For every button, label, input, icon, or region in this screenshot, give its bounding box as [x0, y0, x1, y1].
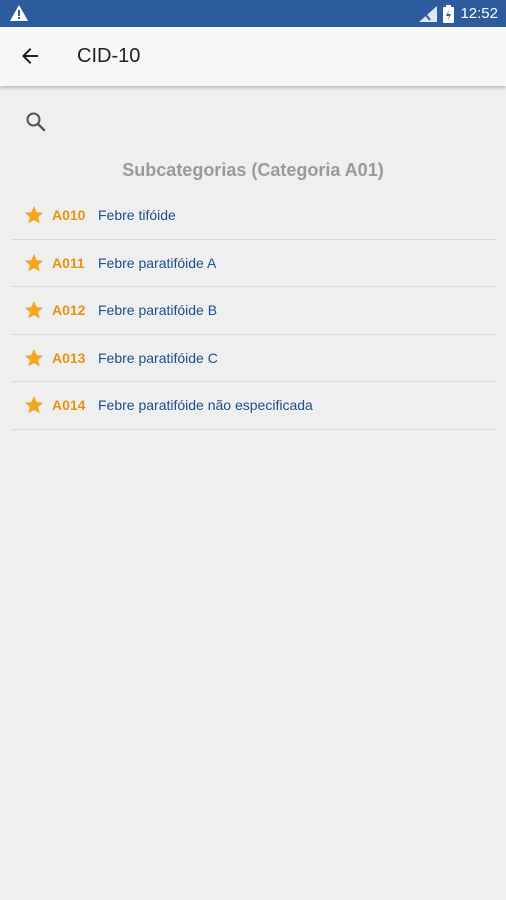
battery-icon [443, 4, 455, 23]
app-bar: CID-10 [0, 27, 506, 86]
item-description: Febre tifóide [98, 207, 176, 224]
item-description: Febre paratifóide não especificada [98, 397, 313, 414]
section-title: Subcategorias (Categoria A01) [122, 160, 384, 180]
list-item[interactable]: A014 Febre paratifóide não especificada [12, 382, 496, 430]
item-code: A013 [52, 349, 86, 366]
page-title: CID-10 [77, 45, 141, 67]
arrow-back-icon[interactable] [18, 44, 42, 68]
star-icon[interactable] [23, 347, 45, 369]
item-description: Febre paratifóide B [98, 302, 218, 319]
item-code: A011 [52, 254, 85, 271]
item-code: A010 [52, 207, 86, 224]
item-description: Febre paratifóide C [98, 349, 218, 366]
status-icons: 12:52 [419, 3, 498, 24]
star-icon[interactable] [23, 299, 45, 321]
list-item[interactable]: A011 Febre paratifóide A [12, 240, 496, 287]
star-icon[interactable] [23, 252, 45, 274]
star-icon[interactable] [23, 204, 45, 226]
list-item[interactable]: A013 Febre paratifóide C [12, 335, 496, 382]
search-icon[interactable] [24, 110, 48, 134]
status-bar: 12:52 [0, 0, 506, 27]
signal-icon [419, 5, 438, 22]
subcategory-list: A010 Febre tifóide A011 Febre paratifóid… [12, 192, 496, 430]
item-code: A014 [52, 397, 86, 414]
status-time: 12:52 [460, 5, 498, 22]
list-item[interactable]: A012 Febre paratifóide B [12, 287, 496, 335]
warning-icon [10, 5, 28, 21]
item-code: A012 [52, 302, 86, 319]
star-icon[interactable] [23, 394, 45, 416]
list-item[interactable]: A010 Febre tifóide [12, 192, 496, 240]
item-description: Febre paratifóide A [98, 254, 217, 271]
